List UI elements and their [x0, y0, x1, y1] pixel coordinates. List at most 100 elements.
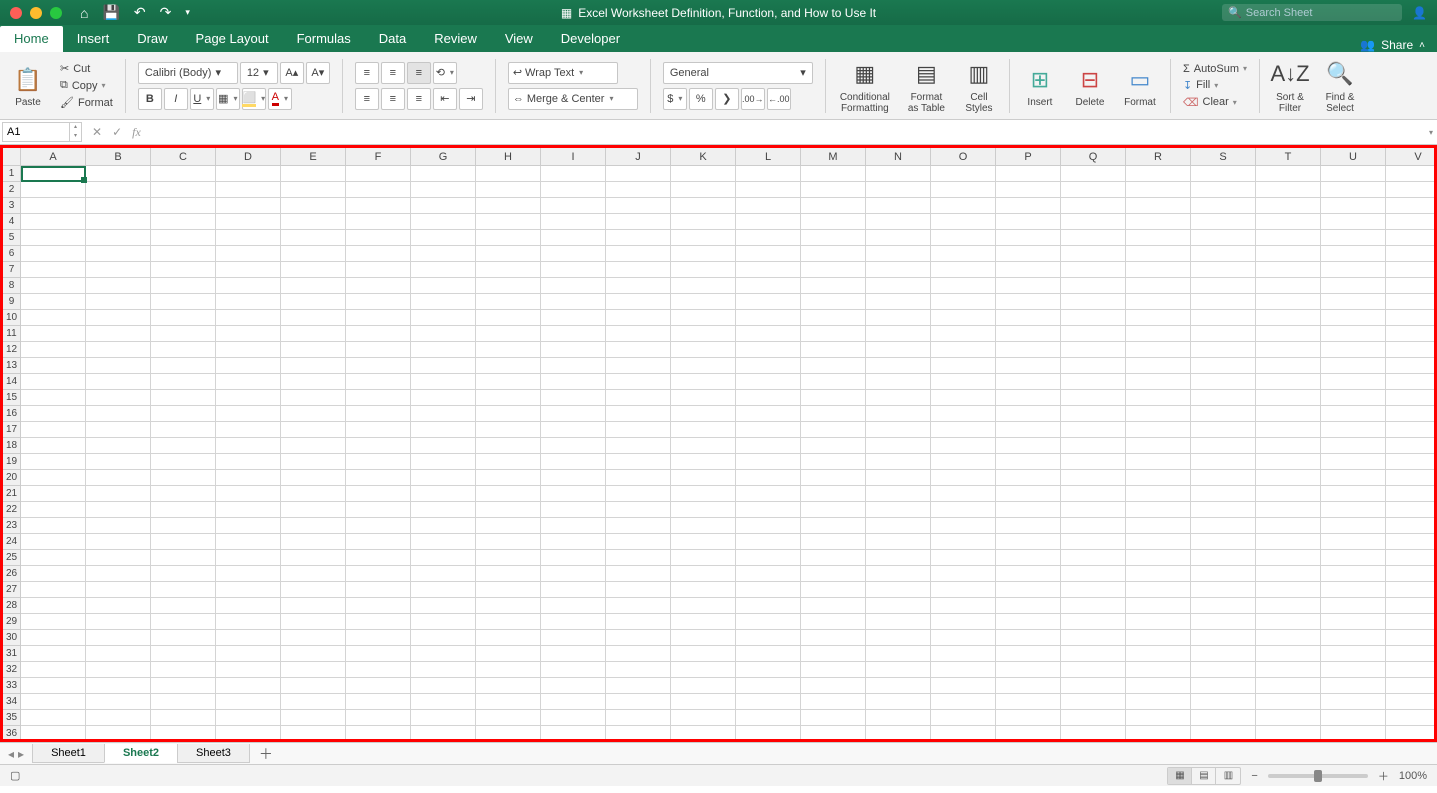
cell-U28[interactable] [1321, 598, 1386, 614]
cell-C35[interactable] [151, 710, 216, 726]
cell-Q5[interactable] [1061, 230, 1126, 246]
cell-V7[interactable] [1386, 262, 1437, 278]
cell-N10[interactable] [866, 310, 931, 326]
cell-M14[interactable] [801, 374, 866, 390]
cell-N5[interactable] [866, 230, 931, 246]
cell-B25[interactable] [86, 550, 151, 566]
cell-C20[interactable] [151, 470, 216, 486]
column-header-I[interactable]: I [541, 148, 606, 166]
cell-U3[interactable] [1321, 198, 1386, 214]
cell-R27[interactable] [1126, 582, 1191, 598]
cell-I11[interactable] [541, 326, 606, 342]
cell-O14[interactable] [931, 374, 996, 390]
cell-O30[interactable] [931, 630, 996, 646]
cell-E14[interactable] [281, 374, 346, 390]
cell-T2[interactable] [1256, 182, 1321, 198]
cell-J21[interactable] [606, 486, 671, 502]
cell-E16[interactable] [281, 406, 346, 422]
normal-view-button[interactable]: ▦ [1168, 768, 1192, 784]
cell-T1[interactable] [1256, 166, 1321, 182]
cell-H7[interactable] [476, 262, 541, 278]
cell-M18[interactable] [801, 438, 866, 454]
cell-O3[interactable] [931, 198, 996, 214]
cell-N19[interactable] [866, 454, 931, 470]
cell-S21[interactable] [1191, 486, 1256, 502]
sheet-nav-prev-icon[interactable]: ◂ [8, 747, 14, 761]
cell-V29[interactable] [1386, 614, 1437, 630]
cell-H35[interactable] [476, 710, 541, 726]
cell-K20[interactable] [671, 470, 736, 486]
cell-F19[interactable] [346, 454, 411, 470]
cell-L19[interactable] [736, 454, 801, 470]
cell-O26[interactable] [931, 566, 996, 582]
cell-B10[interactable] [86, 310, 151, 326]
cell-J1[interactable] [606, 166, 671, 182]
cell-A6[interactable] [21, 246, 86, 262]
cell-I3[interactable] [541, 198, 606, 214]
column-header-V[interactable]: V [1386, 148, 1437, 166]
cell-M15[interactable] [801, 390, 866, 406]
cell-E17[interactable] [281, 422, 346, 438]
cell-I9[interactable] [541, 294, 606, 310]
cell-A30[interactable] [21, 630, 86, 646]
cell-L20[interactable] [736, 470, 801, 486]
zoom-level[interactable]: 100% [1399, 770, 1427, 782]
sort-filter-button[interactable]: A↓ZSort & Filter [1268, 56, 1312, 116]
cell-F16[interactable] [346, 406, 411, 422]
cell-T29[interactable] [1256, 614, 1321, 630]
cell-L15[interactable] [736, 390, 801, 406]
cell-H29[interactable] [476, 614, 541, 630]
cell-H21[interactable] [476, 486, 541, 502]
cell-H9[interactable] [476, 294, 541, 310]
collapse-ribbon-icon[interactable]: ˄ [1419, 40, 1425, 51]
cell-R4[interactable] [1126, 214, 1191, 230]
cell-E4[interactable] [281, 214, 346, 230]
cell-H20[interactable] [476, 470, 541, 486]
cell-Q18[interactable] [1061, 438, 1126, 454]
cell-E11[interactable] [281, 326, 346, 342]
cell-E3[interactable] [281, 198, 346, 214]
cell-F32[interactable] [346, 662, 411, 678]
cell-N22[interactable] [866, 502, 931, 518]
cell-M10[interactable] [801, 310, 866, 326]
cell-N20[interactable] [866, 470, 931, 486]
cell-A2[interactable] [21, 182, 86, 198]
cell-C28[interactable] [151, 598, 216, 614]
cell-U14[interactable] [1321, 374, 1386, 390]
cell-O15[interactable] [931, 390, 996, 406]
cell-H34[interactable] [476, 694, 541, 710]
cell-F21[interactable] [346, 486, 411, 502]
cell-M2[interactable] [801, 182, 866, 198]
cell-J19[interactable] [606, 454, 671, 470]
cell-V8[interactable] [1386, 278, 1437, 294]
cell-A8[interactable] [21, 278, 86, 294]
cell-Q17[interactable] [1061, 422, 1126, 438]
cell-G5[interactable] [411, 230, 476, 246]
number-format-select[interactable]: General▾ [663, 62, 813, 84]
cell-B13[interactable] [86, 358, 151, 374]
cell-O27[interactable] [931, 582, 996, 598]
cell-N27[interactable] [866, 582, 931, 598]
cell-C16[interactable] [151, 406, 216, 422]
cell-R17[interactable] [1126, 422, 1191, 438]
cell-Q25[interactable] [1061, 550, 1126, 566]
cell-U7[interactable] [1321, 262, 1386, 278]
cell-S22[interactable] [1191, 502, 1256, 518]
cell-H5[interactable] [476, 230, 541, 246]
cell-S13[interactable] [1191, 358, 1256, 374]
cell-Q6[interactable] [1061, 246, 1126, 262]
cell-M20[interactable] [801, 470, 866, 486]
cell-G36[interactable] [411, 726, 476, 742]
decrease-indent-button[interactable]: ⇤ [433, 88, 457, 110]
cell-G11[interactable] [411, 326, 476, 342]
cell-U20[interactable] [1321, 470, 1386, 486]
cell-G9[interactable] [411, 294, 476, 310]
cell-A31[interactable] [21, 646, 86, 662]
cell-D23[interactable] [216, 518, 281, 534]
cell-D7[interactable] [216, 262, 281, 278]
cell-B34[interactable] [86, 694, 151, 710]
cell-P12[interactable] [996, 342, 1061, 358]
cell-A23[interactable] [21, 518, 86, 534]
cell-C8[interactable] [151, 278, 216, 294]
cell-J30[interactable] [606, 630, 671, 646]
